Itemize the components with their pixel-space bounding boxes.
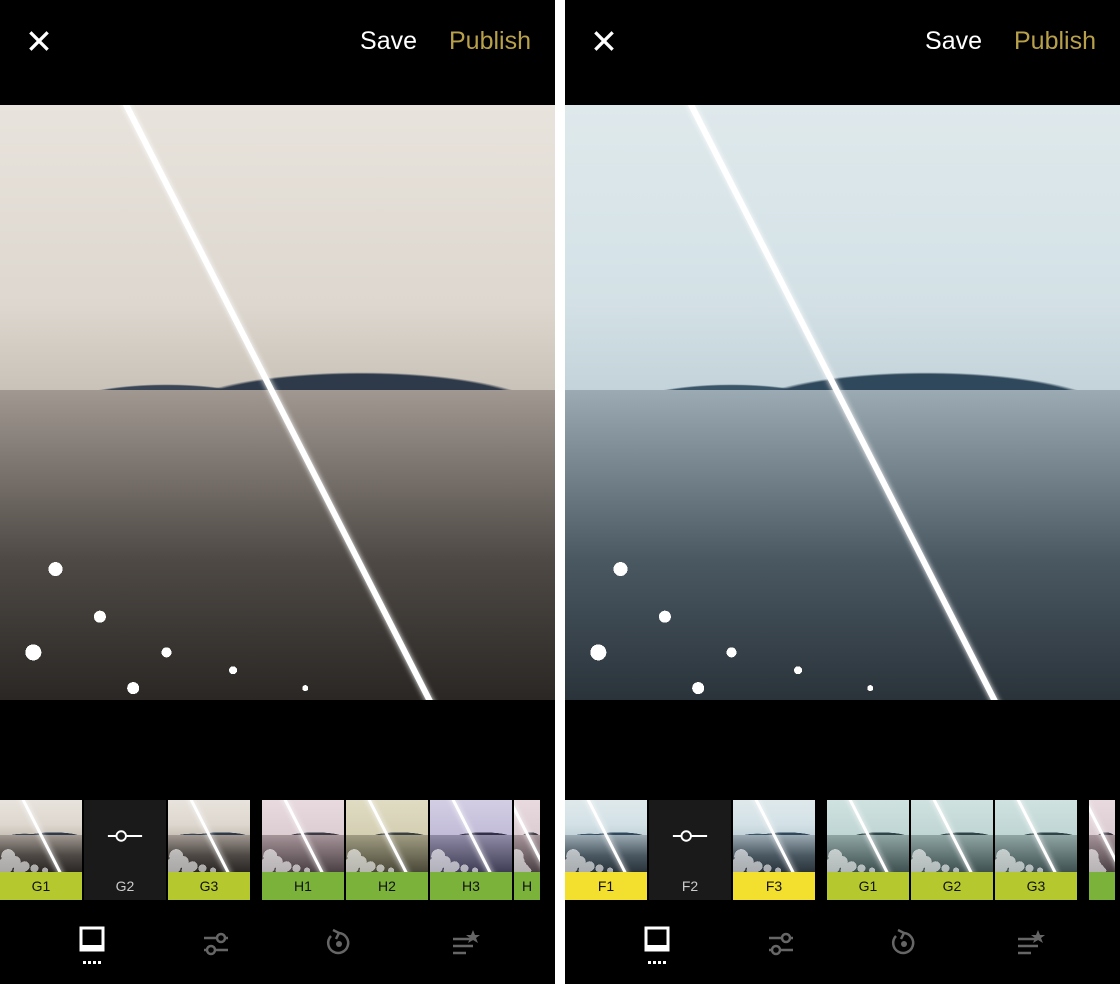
filter-thumb-F1[interactable]: F1 [565, 800, 647, 900]
bottom-nav [0, 900, 555, 980]
close-icon[interactable] [24, 26, 54, 56]
favorites-tab[interactable] [1003, 919, 1053, 969]
publish-button[interactable]: Publish [449, 27, 531, 56]
editor-pane-0: Save Publish G1 G2 G3 [0, 0, 555, 984]
filter-thumb-G1[interactable]: G1 [827, 800, 909, 900]
filter-label: F3 [733, 872, 815, 900]
presets-tab[interactable] [67, 919, 117, 969]
intensity-icon [84, 800, 166, 872]
filter-label: G3 [168, 872, 250, 900]
filter-thumb-H1[interactable]: H1 [262, 800, 344, 900]
filter-thumb-F3[interactable]: F3 [733, 800, 815, 900]
filter-label: F2 [649, 872, 731, 900]
filter-thumb-H[interactable]: H [514, 800, 540, 900]
history-tab[interactable] [314, 919, 364, 969]
filter-thumb-G2[interactable]: G2 [911, 800, 993, 900]
bottom-nav [565, 900, 1120, 980]
close-icon[interactable] [589, 26, 619, 56]
top-bar: Save Publish [565, 0, 1120, 82]
filter-label: G2 [84, 872, 166, 900]
filter-thumb-G2[interactable]: G2 [84, 800, 166, 900]
filter-label: H2 [346, 872, 428, 900]
presets-tab[interactable] [632, 919, 682, 969]
adjust-tab[interactable] [756, 919, 806, 969]
filter-label: G1 [827, 872, 909, 900]
filter-label: H [514, 872, 540, 900]
publish-button[interactable]: Publish [1014, 27, 1096, 56]
filter-thumb-F2[interactable]: F2 [649, 800, 731, 900]
filter-label: G1 [0, 872, 82, 900]
filter-strip[interactable]: F1 F2 F3 G1 G2 [565, 800, 1120, 900]
photo-preview[interactable] [565, 105, 1120, 700]
editor-pane-1: Save Publish F1 F2 F3 [565, 0, 1120, 984]
filter-thumb-H2[interactable]: H2 [346, 800, 428, 900]
top-bar: Save Publish [0, 0, 555, 82]
save-button[interactable]: Save [925, 27, 982, 56]
favorites-tab[interactable] [438, 919, 488, 969]
filter-thumb-G3[interactable]: G3 [168, 800, 250, 900]
history-tab[interactable] [879, 919, 929, 969]
filter-label: F1 [565, 872, 647, 900]
filter-label: H3 [430, 872, 512, 900]
filter-thumb-[interactable] [1089, 800, 1115, 900]
photo-preview[interactable] [0, 105, 555, 700]
filter-label [1089, 872, 1115, 900]
filter-label: H1 [262, 872, 344, 900]
adjust-tab[interactable] [191, 919, 241, 969]
filter-strip[interactable]: G1 G2 G3 H1 H2 [0, 800, 555, 900]
save-button[interactable]: Save [360, 27, 417, 56]
filter-thumb-H3[interactable]: H3 [430, 800, 512, 900]
filter-label: G2 [911, 872, 993, 900]
intensity-icon [649, 800, 731, 872]
filter-label: G3 [995, 872, 1077, 900]
filter-thumb-G1[interactable]: G1 [0, 800, 82, 900]
filter-thumb-G3[interactable]: G3 [995, 800, 1077, 900]
